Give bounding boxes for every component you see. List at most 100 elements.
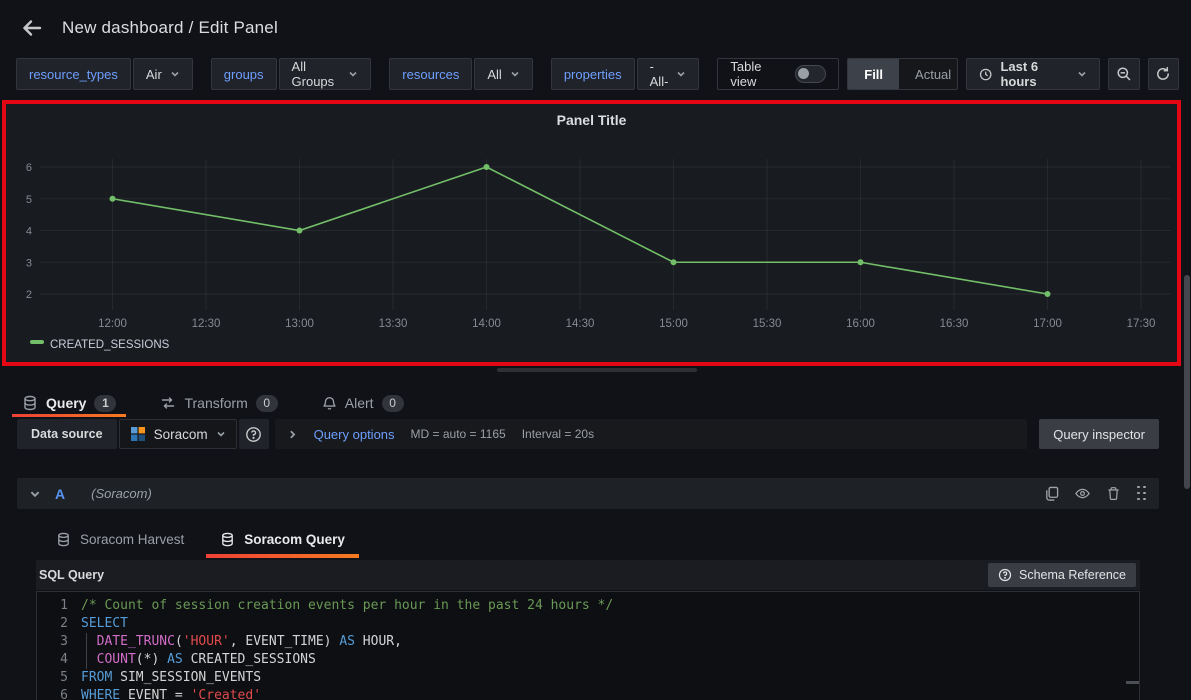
chevron-down-icon xyxy=(348,69,358,79)
hide-query-eye-icon[interactable] xyxy=(1075,486,1090,501)
code-line: WHERE EVENT = 'Created' xyxy=(81,687,613,700)
question-circle-icon xyxy=(245,426,262,443)
sql-code-editor[interactable]: 123456 /* Count of session creation even… xyxy=(36,591,1140,700)
alert-count-badge: 0 xyxy=(382,395,404,412)
database-icon xyxy=(22,395,38,411)
page-scrollbar-thumb[interactable] xyxy=(1184,275,1190,489)
edit-panel-preview: Panel Title 6543212:0012:3013:0013:3014:… xyxy=(2,100,1181,366)
clock-icon xyxy=(979,67,992,82)
datasource-help-button[interactable] xyxy=(239,419,269,449)
query-ref-id[interactable]: A xyxy=(55,486,65,502)
svg-text:16:30: 16:30 xyxy=(940,318,969,330)
svg-text:17:30: 17:30 xyxy=(1127,318,1156,330)
svg-text:14:30: 14:30 xyxy=(566,318,595,330)
editor-scrollbar[interactable] xyxy=(1126,681,1140,684)
filter-label-properties[interactable]: properties xyxy=(551,58,635,90)
toolbar-right: Table view Fill Actual Last 6 hours xyxy=(717,58,1179,90)
chevron-down-icon xyxy=(1077,69,1087,79)
magnifier-minus-icon xyxy=(1116,66,1132,82)
transform-count-badge: 0 xyxy=(256,395,278,412)
filter-resource-types: resource_types Air xyxy=(16,58,193,90)
query-options-link[interactable]: Query options xyxy=(314,427,395,442)
svg-text:5: 5 xyxy=(26,194,32,206)
view-mode-switch: Fill Actual xyxy=(847,58,958,90)
page-title: New dashboard / Edit Panel xyxy=(62,18,278,38)
filter-value-resource-types[interactable]: Air xyxy=(133,58,193,90)
code-line: COUNT(*) AS CREATED_SESSIONS xyxy=(81,651,613,669)
datasource-row: Data source Soracom Query options MD = a… xyxy=(17,419,1159,449)
grafana-edit-panel-screen: New dashboard / Edit Panel resource_type… xyxy=(0,0,1191,700)
svg-text:4: 4 xyxy=(26,226,32,238)
duplicate-query-icon[interactable] xyxy=(1044,486,1059,501)
interval-text: Interval = 20s xyxy=(522,427,594,441)
svg-text:12:00: 12:00 xyxy=(98,318,127,330)
query-options-bar: Query options MD = auto = 1165 Interval … xyxy=(275,419,1028,449)
drag-handle-icon[interactable] xyxy=(1137,486,1147,502)
svg-text:6: 6 xyxy=(26,162,32,174)
svg-text:3: 3 xyxy=(26,257,32,269)
soracom-datasource-logo xyxy=(130,426,146,442)
timeseries-chart: 6543212:0012:3013:0013:3014:0014:3015:00… xyxy=(6,104,1177,362)
panel-resize-handle[interactable] xyxy=(497,368,697,372)
toggle-switch[interactable] xyxy=(795,65,826,83)
delete-query-trash-icon[interactable] xyxy=(1106,486,1121,501)
schema-reference-button[interactable]: Schema Reference xyxy=(988,563,1136,587)
table-view-toggle[interactable]: Table view xyxy=(717,58,839,90)
back-button[interactable] xyxy=(12,8,52,48)
fill-button[interactable]: Fill xyxy=(848,59,899,89)
time-range-picker[interactable]: Last 6 hours xyxy=(966,58,1100,90)
tab-alert[interactable]: Alert 0 xyxy=(316,392,410,414)
svg-text:15:00: 15:00 xyxy=(659,318,688,330)
sql-query-label: SQL Query xyxy=(36,568,104,582)
subtab-soracom-harvest[interactable]: Soracom Harvest xyxy=(42,524,198,554)
filter-value-properties[interactable]: -All- xyxy=(637,58,700,90)
header: New dashboard / Edit Panel xyxy=(0,0,1191,56)
transform-icon xyxy=(160,395,176,411)
svg-text:13:30: 13:30 xyxy=(379,318,408,330)
question-circle-icon xyxy=(998,568,1012,582)
query-count-badge: 1 xyxy=(94,395,116,412)
svg-text:16:00: 16:00 xyxy=(846,318,875,330)
query-editor-subtabs: Soracom Harvest Soracom Query xyxy=(42,524,359,558)
filter-properties: properties -All- xyxy=(551,58,700,90)
tab-query[interactable]: Query 1 xyxy=(16,392,122,414)
code-line: /* Count of session creation events per … xyxy=(81,597,613,615)
filter-label-resource-types[interactable]: resource_types xyxy=(16,58,131,90)
code-area[interactable]: /* Count of session creation events per … xyxy=(68,592,613,700)
svg-text:12:30: 12:30 xyxy=(192,318,221,330)
indent-guide xyxy=(86,633,87,669)
chevron-down-icon xyxy=(170,69,180,79)
filter-label-groups[interactable]: groups xyxy=(211,58,277,90)
refresh-button[interactable] xyxy=(1148,58,1179,90)
refresh-icon xyxy=(1155,66,1171,82)
svg-text:14:00: 14:00 xyxy=(472,318,501,330)
chevron-down-icon xyxy=(510,69,520,79)
active-subtab-underline xyxy=(206,554,359,558)
svg-text:15:30: 15:30 xyxy=(753,318,782,330)
filter-value-groups[interactable]: All Groups xyxy=(279,58,372,90)
filter-label-resources[interactable]: resources xyxy=(389,58,472,90)
code-line: DATE_TRUNC('HOUR', EVENT_TIME) AS HOUR, xyxy=(81,633,613,651)
database-icon xyxy=(220,532,235,547)
sql-query-header: SQL Query Schema Reference xyxy=(36,560,1140,590)
filter-resources: resources All xyxy=(389,58,533,90)
query-inspector-button[interactable]: Query inspector xyxy=(1039,419,1159,449)
datasource-label: Data source xyxy=(17,419,117,449)
filter-value-resources[interactable]: All xyxy=(474,58,532,90)
editor-tabs: Query 1 Transform 0 Alert 0 xyxy=(16,392,410,414)
datasource-name: Soracom xyxy=(154,427,208,442)
tab-transform[interactable]: Transform 0 xyxy=(154,392,283,414)
toolbar: resource_types Air groups All Groups res… xyxy=(16,57,1179,91)
chevron-right-icon[interactable] xyxy=(287,429,298,440)
zoom-out-button[interactable] xyxy=(1108,58,1139,90)
collapse-chevron-icon[interactable] xyxy=(29,488,41,500)
actual-button[interactable]: Actual xyxy=(899,59,958,89)
bell-icon xyxy=(322,396,337,411)
datasource-picker[interactable]: Soracom xyxy=(119,419,237,449)
database-icon xyxy=(56,532,71,547)
query-row-a: A (Soracom) xyxy=(17,478,1159,509)
subtab-soracom-query[interactable]: Soracom Query xyxy=(206,524,359,554)
code-line: FROM SIM_SESSION_EVENTS xyxy=(81,669,613,687)
max-data-points-text: MD = auto = 1165 xyxy=(411,427,506,441)
toggle-knob xyxy=(798,68,809,79)
